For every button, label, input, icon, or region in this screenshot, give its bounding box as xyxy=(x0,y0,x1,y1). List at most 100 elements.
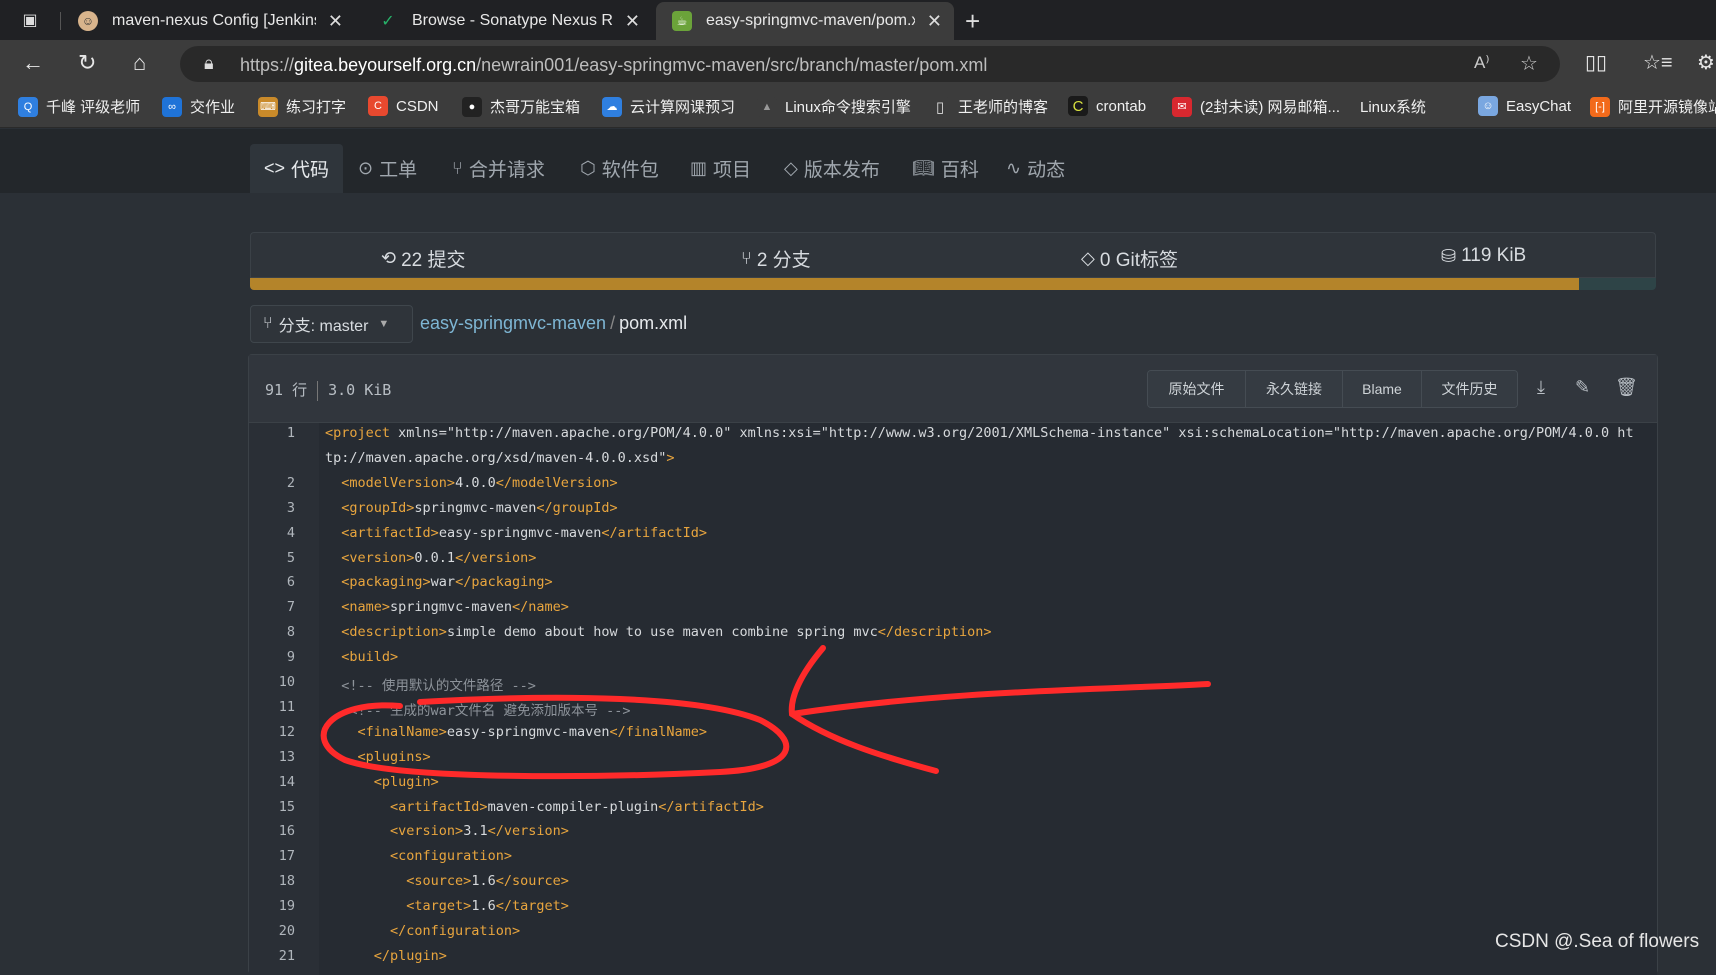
history-icon: ⟲ xyxy=(381,248,397,268)
tab-issues[interactable]: ⊙ 工单 xyxy=(344,144,431,193)
tab-projects[interactable]: ▥ 项目 xyxy=(676,144,765,193)
line-number[interactable]: 8 xyxy=(249,624,295,640)
bookmark-item[interactable]: ▲ Linux命令搜索引擎 xyxy=(757,96,911,117)
refresh-icon[interactable]: ↻ xyxy=(78,50,96,76)
address-field[interactable]: 🔒︎ https://gitea.beyourself.org.cn/newra… xyxy=(180,46,1560,82)
line-number[interactable]: 13 xyxy=(249,749,295,765)
tab-releases[interactable]: ◇ 版本发布 xyxy=(770,144,894,193)
tab-packages[interactable]: ⬡ 软件包 xyxy=(566,144,673,193)
line-number[interactable]: 6 xyxy=(249,574,295,590)
bookmark-item[interactable]: ✉ (2封未读) 网易邮箱... xyxy=(1172,96,1340,117)
line-number[interactable]: 11 xyxy=(249,699,295,715)
line-number[interactable]: 4 xyxy=(249,525,295,541)
bookmark-item[interactable]: Linux系统 xyxy=(1360,96,1426,117)
tab-title: easy-springmvc-maven/pom.xml xyxy=(706,12,915,29)
language-bar[interactable] xyxy=(250,278,1656,290)
code-line: <plugins> xyxy=(357,748,431,765)
back-icon[interactable]: ← xyxy=(22,50,44,76)
line-number[interactable]: 19 xyxy=(249,898,295,914)
language-bar-fill xyxy=(250,278,1579,290)
url-text[interactable]: https://gitea.beyourself.org.cn/newrain0… xyxy=(240,55,987,76)
breadcrumb-separator: / xyxy=(610,313,616,333)
tags-link[interactable]: ◇ 0 Git标签 xyxy=(1081,245,1178,272)
line-number[interactable]: 1 xyxy=(249,425,295,441)
line-number[interactable]: 18 xyxy=(249,873,295,889)
commits-count: 22 提交 xyxy=(401,250,466,271)
tab-activity[interactable]: ∿ 动态 xyxy=(992,144,1079,193)
commits-link[interactable]: ⟲ 22 提交 xyxy=(381,245,466,272)
tab-separator xyxy=(60,12,61,30)
breadcrumb: easy-springmvc-maven / pom.xml xyxy=(420,313,687,334)
code-body: <project xmlns="http://maven.apache.org/… xyxy=(319,423,1657,975)
breadcrumb-repo-link[interactable]: easy-springmvc-maven xyxy=(420,313,606,333)
trash-icon[interactable]: 🗑︎ xyxy=(1615,377,1638,398)
line-number[interactable]: 17 xyxy=(249,848,295,864)
browser-tab-gitea[interactable]: ☕ easy-springmvc-maven/pom.xml ✕ xyxy=(656,2,954,40)
line-number[interactable]: 2 xyxy=(249,475,295,491)
bookmark-label: 千峰 评级老师 xyxy=(46,99,141,116)
browser-tab-jenkins[interactable]: ☺ maven-nexus Config [Jenkins] ✕ xyxy=(62,2,355,40)
edit-pencil-icon[interactable]: ✎ xyxy=(1575,377,1590,398)
line-number[interactable]: 10 xyxy=(249,674,295,690)
watermark: CSDN @.Sea of flowers xyxy=(1495,931,1700,952)
home-icon[interactable]: ⌂ xyxy=(133,50,146,76)
bookmark-item[interactable]: ☺ EasyChat xyxy=(1478,96,1571,116)
bookmark-label: 阿里开源镜像站 xyxy=(1618,99,1716,116)
extensions-icon[interactable]: ⚙ xyxy=(1697,50,1715,75)
bookmark-label: 杰哥万能宝箱 xyxy=(490,99,581,116)
blame-button[interactable]: Blame xyxy=(1343,371,1422,407)
url-path: /newrain001/easy-springmvc-maven/src/bra… xyxy=(476,55,988,75)
size-value: 119 KiB xyxy=(1461,245,1527,266)
bookmark-item[interactable]: [-] 阿里开源镜像站 xyxy=(1590,96,1716,117)
code-line: <artifactId>maven-compiler-plugin</artif… xyxy=(390,798,764,815)
favorite-star-icon[interactable]: ☆ xyxy=(1520,51,1538,76)
line-number[interactable]: 16 xyxy=(249,823,295,839)
bookmark-item[interactable]: ☁ 云计算网课预习 xyxy=(602,96,735,117)
c-icon: C xyxy=(1068,96,1088,116)
code-line: <target>1.6</target> xyxy=(406,898,569,915)
bookmark-item[interactable]: C CSDN xyxy=(368,96,439,116)
line-number[interactable]: 21 xyxy=(249,948,295,964)
csdn-icon: C xyxy=(368,96,388,116)
line-number[interactable]: 14 xyxy=(249,774,295,790)
line-number[interactable]: 5 xyxy=(249,550,295,566)
bookmark-item[interactable]: Ccrontab xyxy=(1068,96,1146,116)
branches-link[interactable]: ⑂ 2 分支 xyxy=(741,245,811,272)
tab-label: 百科 xyxy=(940,160,979,181)
bookmark-item[interactable]: ⌨ 练习打字 xyxy=(258,96,346,117)
code-line: <name>springmvc-maven</name> xyxy=(341,599,569,616)
browser-tab-nexus[interactable]: ✓ Browse - Sonatype Nexus Reposi ✕ xyxy=(362,2,652,40)
bookmark-item[interactable]: ∞ 交作业 xyxy=(162,96,235,117)
close-icon[interactable]: ✕ xyxy=(625,11,640,32)
close-icon[interactable]: ✕ xyxy=(927,11,942,32)
split-screen-icon[interactable]: ▯▯ xyxy=(1585,50,1607,75)
download-icon[interactable]: ⤓ xyxy=(1537,377,1545,398)
bookmark-item[interactable]: ● 杰哥万能宝箱 xyxy=(462,96,580,117)
raw-button[interactable]: 原始文件 xyxy=(1148,371,1246,407)
tab-code[interactable]: <> 代码 xyxy=(250,144,344,193)
code-icon: <> xyxy=(264,158,286,178)
line-number[interactable]: 20 xyxy=(249,923,295,939)
close-icon[interactable]: ✕ xyxy=(328,11,343,32)
bookmark-item[interactable]: Q 千峰 评级老师 xyxy=(18,96,140,117)
line-number[interactable]: 7 xyxy=(249,599,295,615)
tags-count: 0 Git标签 xyxy=(1099,250,1178,271)
read-aloud-icon[interactable]: A⁾ xyxy=(1474,53,1490,73)
lock-icon[interactable]: 🔒︎ xyxy=(204,53,214,74)
line-number[interactable]: 9 xyxy=(249,649,295,665)
bookmark-item[interactable]: ▯ 王老师的博客 xyxy=(930,96,1048,117)
tab-pull-requests[interactable]: ⑂ 合并请求 xyxy=(438,144,559,193)
keyboard-icon: ⌨ xyxy=(258,96,278,117)
package-icon: ⬡ xyxy=(580,158,596,178)
branch-selector[interactable]: ⑂ 分支: master ▼ xyxy=(250,305,413,343)
line-number[interactable]: 15 xyxy=(249,799,295,815)
line-number[interactable]: 3 xyxy=(249,500,295,516)
new-tab-icon[interactable]: + xyxy=(965,6,980,37)
tab-actions-icon[interactable]: ▣ xyxy=(12,8,48,32)
line-number[interactable]: 12 xyxy=(249,724,295,740)
tab-wiki[interactable]: 📖︎ 百科 xyxy=(898,144,993,193)
code-line: <description>simple demo about how to us… xyxy=(341,624,992,641)
permalink-button[interactable]: 永久链接 xyxy=(1246,371,1343,407)
favorites-icon[interactable]: ☆≡ xyxy=(1643,50,1673,75)
history-button[interactable]: 文件历史 xyxy=(1422,371,1517,407)
